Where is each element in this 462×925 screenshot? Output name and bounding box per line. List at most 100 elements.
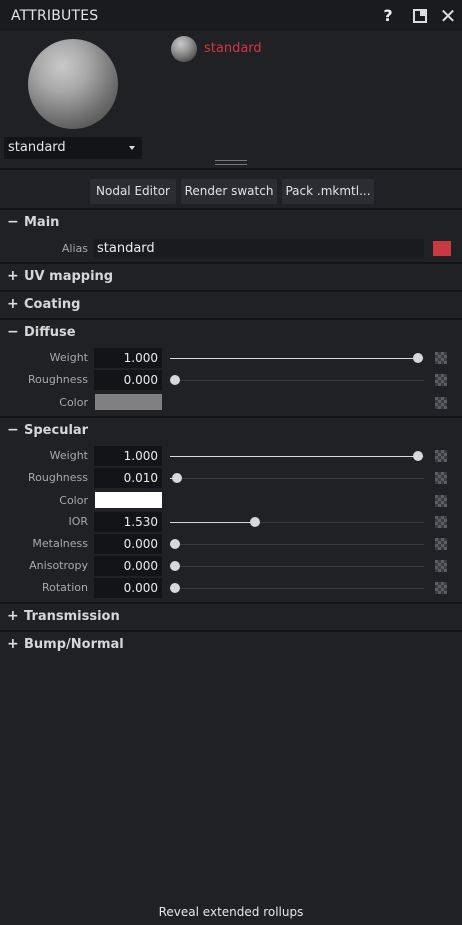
alias-row: Alias standard [0, 239, 462, 259]
render-swatch-button[interactable]: Render swatch [181, 179, 277, 204]
section-specular[interactable]: − Specular [0, 416, 462, 442]
section-bump-normal[interactable]: + Bump/Normal [0, 630, 462, 656]
collapse-icon: − [7, 422, 19, 438]
diffuse-weight-field[interactable]: 1.000 [94, 348, 162, 368]
texture-slot-icon[interactable] [435, 397, 447, 409]
texture-slot-icon[interactable] [435, 472, 447, 484]
slider-track[interactable] [170, 588, 424, 589]
divider [0, 168, 462, 170]
specular-ior-field[interactable]: 1.530 [94, 512, 162, 532]
slider-handle[interactable] [172, 473, 183, 483]
slider-track[interactable] [170, 566, 424, 567]
collapse-icon: − [7, 214, 19, 230]
window-controls: ? ✕ [374, 0, 462, 31]
material-select[interactable]: standard [4, 137, 142, 159]
section-label: Main [24, 214, 60, 230]
param-label: Metalness [32, 537, 88, 550]
slider-fill [170, 456, 418, 457]
slider-handle[interactable] [413, 353, 423, 363]
section-label: UV mapping [24, 268, 114, 284]
help-button[interactable]: ? [374, 0, 402, 31]
slider-track[interactable] [170, 544, 424, 545]
section-label: Coating [24, 296, 81, 312]
texture-slot-icon[interactable] [435, 450, 447, 462]
collapse-icon: − [7, 324, 19, 340]
slider-fill [170, 358, 418, 359]
param-label: Weight [49, 449, 88, 462]
specular-anisotropy-field[interactable]: 0.000 [94, 556, 162, 576]
resize-grip[interactable] [215, 160, 247, 168]
param-label: Rotation [41, 581, 88, 594]
texture-slot-icon[interactable] [435, 352, 447, 364]
alias-label: Alias [61, 242, 88, 255]
diffuse-roughness-row: Roughness 0.000 [0, 370, 462, 390]
specular-metalness-field[interactable]: 0.000 [94, 534, 162, 554]
section-label: Bump/Normal [24, 636, 124, 652]
reveal-extended-rollups-link[interactable]: Reveal extended rollups [0, 905, 462, 919]
material-preview-sphere[interactable] [28, 39, 118, 129]
material-preview: standard standard [0, 31, 462, 166]
diffuse-color-swatch[interactable] [95, 394, 162, 410]
specular-roughness-row: Roughness 0.010 [0, 468, 462, 488]
maximize-button[interactable] [406, 0, 434, 31]
section-diffuse[interactable]: − Diffuse [0, 318, 462, 344]
slider-handle[interactable] [413, 451, 423, 461]
section-label: Diffuse [24, 324, 76, 340]
expand-icon: + [7, 636, 19, 652]
texture-slot-icon[interactable] [435, 560, 447, 572]
specular-weight-field[interactable]: 1.000 [94, 446, 162, 466]
slider-track[interactable] [170, 478, 424, 479]
param-label: Roughness [27, 373, 88, 386]
param-label: Weight [49, 351, 88, 364]
expand-icon: + [7, 268, 19, 284]
alias-input[interactable]: standard [94, 239, 424, 259]
section-transmission[interactable]: + Transmission [0, 602, 462, 628]
title-bar: ATTRIBUTES ? ✕ [0, 0, 462, 31]
diffuse-color-row: Color [0, 393, 462, 413]
texture-slot-icon[interactable] [435, 538, 447, 550]
section-uv-mapping[interactable]: + UV mapping [0, 262, 462, 288]
material-name: standard [204, 41, 262, 56]
slider-handle[interactable] [170, 539, 180, 549]
specular-rotation-row: Rotation 0.000 [0, 578, 462, 598]
slider-fill [170, 522, 256, 523]
window-title: ATTRIBUTES [11, 7, 99, 24]
material-select-value: standard [8, 140, 66, 155]
diffuse-roughness-field[interactable]: 0.000 [94, 370, 162, 390]
slider-handle[interactable] [170, 561, 180, 571]
param-label: IOR [68, 515, 88, 528]
specular-anisotropy-row: Anisotropy 0.000 [0, 556, 462, 576]
param-label: Roughness [27, 471, 88, 484]
slider-handle[interactable] [250, 517, 261, 527]
specular-color-swatch[interactable] [95, 492, 162, 508]
param-label: Color [59, 494, 88, 507]
pack-button[interactable]: Pack .mkmtl... [282, 179, 374, 204]
slider-handle[interactable] [170, 583, 180, 593]
param-label: Color [59, 396, 88, 409]
section-coating[interactable]: + Coating [0, 290, 462, 316]
nodal-editor-button[interactable]: Nodal Editor [90, 179, 176, 204]
slider-handle[interactable] [170, 375, 180, 385]
specular-color-row: Color [0, 491, 462, 511]
texture-slot-icon[interactable] [435, 516, 447, 528]
texture-slot-icon[interactable] [435, 495, 447, 507]
expand-icon: + [7, 296, 19, 312]
specular-weight-row: Weight 1.000 [0, 446, 462, 466]
texture-slot-icon[interactable] [435, 374, 447, 386]
maximize-icon [413, 8, 427, 23]
specular-ior-row: IOR 1.530 [0, 512, 462, 532]
slider-track[interactable] [170, 380, 424, 381]
param-label: Anisotropy [29, 559, 88, 572]
specular-rotation-field[interactable]: 0.000 [94, 578, 162, 598]
alias-color-swatch[interactable] [433, 241, 451, 256]
close-button[interactable]: ✕ [434, 0, 462, 31]
specular-roughness-field[interactable]: 0.010 [94, 468, 162, 488]
chevron-down-icon [129, 146, 135, 150]
toolbar: Nodal Editor Render swatch Pack .mkmtl..… [0, 179, 462, 204]
material-thumbnail-sphere [171, 36, 197, 62]
specular-metalness-row: Metalness 0.000 [0, 534, 462, 554]
texture-slot-icon[interactable] [435, 582, 447, 594]
diffuse-weight-row: Weight 1.000 [0, 348, 462, 368]
section-main[interactable]: − Main [0, 208, 462, 234]
expand-icon: + [7, 608, 19, 624]
